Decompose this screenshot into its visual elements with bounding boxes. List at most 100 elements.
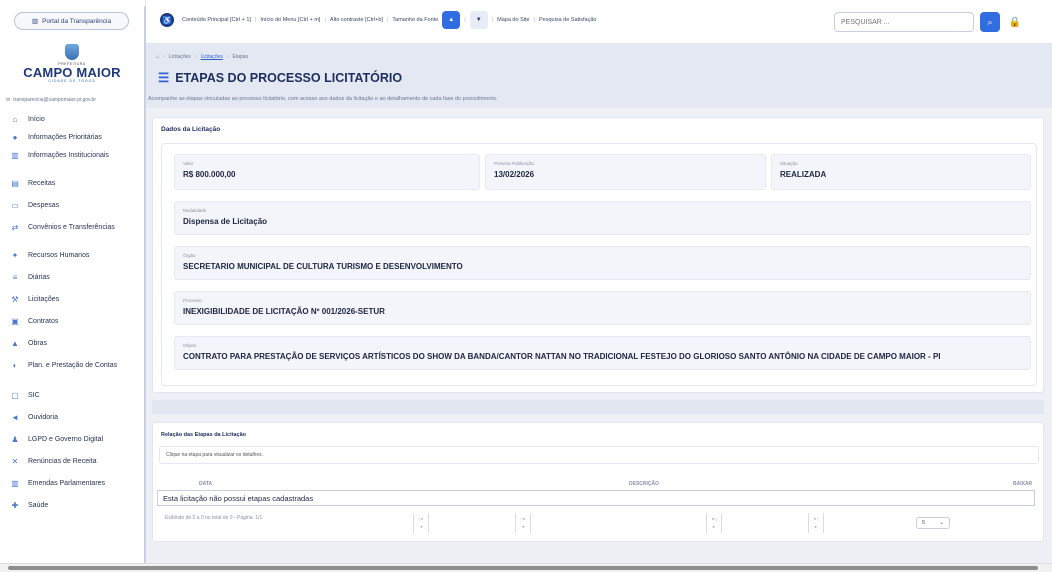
mail-icon: ✉ <box>6 97 11 103</box>
sidebar-item[interactable]: ▢ SIC <box>0 392 140 400</box>
last-page-button[interactable]: ►| ► <box>808 513 824 533</box>
sidebar-item-label: Licitações <box>28 296 60 303</box>
info-icon: ● <box>12 133 18 142</box>
survey-link[interactable]: Pesquisa de Satisfação <box>539 17 596 23</box>
sidebar-item-label: Ouvidoria <box>28 414 58 421</box>
sidebar-item[interactable]: ▭ Despesas <box>0 202 140 210</box>
sidebar-item-label: Convênios e Transferências <box>28 224 115 231</box>
contrast-link[interactable]: Alto contraste [Ctrl+b] <box>330 17 383 23</box>
construction-icon: ▲ <box>11 339 19 348</box>
crest-icon <box>65 44 79 60</box>
search-icon: ⌕ <box>987 16 993 27</box>
megaphone-icon: ◄ <box>11 413 19 422</box>
building-icon: ▥ <box>11 151 19 160</box>
sidebar-item[interactable]: ▣ Contratos <box>0 318 140 326</box>
valor-field: Valor R$ 800.000,00 <box>174 154 480 190</box>
search-button[interactable]: ⌕ <box>980 12 1000 32</box>
sidebar-item[interactable]: ✕ Renúncias de Receita <box>0 458 140 466</box>
sidebar-item[interactable]: ≡ Diárias <box>0 274 140 282</box>
font-decrease-button[interactable]: ▼ <box>469 11 488 29</box>
menu-start-link[interactable]: Início do Menu [Ctrl + m] <box>260 17 320 23</box>
sidebar-item-label: Receitas <box>28 180 56 187</box>
font-increase-button[interactable]: ▲ <box>442 11 461 29</box>
col-descricao[interactable]: DESCRIÇÃO <box>629 481 659 487</box>
col-baixar: BAIXAR <box>1013 481 1033 487</box>
list-icon: ☰ <box>158 71 170 85</box>
sidebar-item[interactable]: ⇄ Convênios e Transferências <box>0 224 140 232</box>
sitemap-link[interactable]: Mapa do Site <box>497 17 529 23</box>
prev-page-button[interactable]: |◄ ◄ <box>515 513 531 533</box>
main-content-link[interactable]: Conteúdo Principal [Ctrl + 1] <box>182 17 251 23</box>
publicacao-field: Primeira Publicação 13/02/2026 <box>485 154 766 190</box>
sidebar-item[interactable]: ✚ Saúde <box>0 502 140 510</box>
first-page-button[interactable]: |◄ ◄ <box>413 513 429 533</box>
table-header: DATA DESCRIÇÃO BAIXAR <box>159 478 1039 490</box>
people-icon: ✦ <box>11 251 19 260</box>
gavel-icon: ⚒ <box>11 295 19 304</box>
chevron-down-icon: ⌄ <box>939 520 944 526</box>
sidebar-item-label: Renúncias de Receita <box>28 458 97 465</box>
sidebar-item-label: Início <box>28 116 45 123</box>
sidebar-item[interactable]: ◐ Plan. e Prestação de Contas <box>0 362 140 370</box>
page-header: ⌂ › Licitações › Licitações › Etapas ☰ E… <box>146 44 1052 108</box>
chart-icon: ▤ <box>11 179 19 188</box>
section-title: Dados da Licitação <box>161 126 221 133</box>
sidebar-item[interactable]: ✦ Recursos Humanos <box>0 252 140 260</box>
home-icon[interactable]: ⌂ <box>156 54 159 60</box>
search-input[interactable] <box>834 12 974 32</box>
contact-email[interactable]: ✉ transparencia@campomaior.pi.gov.br <box>6 97 96 103</box>
sidebar-item[interactable]: ⚒ Licitações <box>0 296 140 304</box>
contract-icon: ▣ <box>11 317 19 326</box>
building-icon: ▥ <box>31 18 39 25</box>
licitacao-card: Dados da Licitação Valor R$ 800.000,00 P… <box>152 117 1044 393</box>
orgao-field: Órgão SECRETARIO MUNICIPAL DE CULTURA TU… <box>174 246 1031 280</box>
portal-button[interactable]: ▥ Portal da Transparência <box>14 12 129 30</box>
handshake-icon: ⇄ <box>11 223 19 232</box>
sidebar-item[interactable]: ⌂ Início <box>0 116 140 124</box>
accessibility-icon[interactable]: ♿ <box>160 13 174 27</box>
cancel-icon: ✕ <box>11 457 19 466</box>
sidebar-item[interactable]: ● Informações Prioritárias <box>0 134 140 142</box>
etapas-card: Relação das Etapas da Licitação Clique n… <box>152 422 1044 542</box>
sidebar-item-label: Informações Institucionais <box>28 152 109 159</box>
sidebar-item-label: Obras <box>28 340 48 347</box>
page-size-select[interactable]: 5 ⌄ <box>916 517 950 529</box>
font-size-label: Tamanho da Fonte <box>392 17 439 23</box>
sidebar-item-label: LGPD e Governo Digital <box>28 436 104 443</box>
sidebar-item-label: Informações Prioritárias <box>28 134 102 141</box>
sidebar-item[interactable]: ▤ Receitas <box>0 180 140 188</box>
sidebar-item-label: Saúde <box>28 502 49 509</box>
accessibility-bar: ♿ Conteúdo Principal [Ctrl + 1] | Início… <box>146 0 1052 44</box>
next-page-button[interactable]: ►| ► <box>706 513 722 533</box>
sic-icon: ▢ <box>11 391 19 400</box>
sidebar-item[interactable]: ▥ Emendas Parlamentares <box>0 480 140 488</box>
page-title: ☰ ETAPAS DO PROCESSO LICITATÓRIO <box>158 70 403 86</box>
institution-icon: ▥ <box>11 479 19 488</box>
sidebar: ▥ Portal da Transparência PREFEITURA CAM… <box>0 0 146 572</box>
scroll-thumb[interactable] <box>8 566 1038 570</box>
sidebar-item[interactable]: ♟ LGPD e Governo Digital <box>0 436 140 444</box>
plan-icon: ◐ <box>12 361 18 370</box>
sidebar-item[interactable]: ◄ Ouvidoria <box>0 414 140 422</box>
sidebar-item-label: Diárias <box>28 274 50 281</box>
breadcrumb-item[interactable]: Licitações <box>169 54 191 60</box>
breadcrumb: ⌂ › Licitações › Licitações › Etapas <box>156 54 249 60</box>
money-icon: ▭ <box>11 201 19 210</box>
email-text: transparencia@campomaior.pi.gov.br <box>13 97 97 103</box>
portal-label: Portal da Transparência <box>42 17 112 25</box>
city-logo[interactable]: PREFEITURA CAMPO MAIOR CIDADE DE TODOS <box>22 44 122 83</box>
empty-message: Esta licitação não possui etapas cadastr… <box>157 490 1035 506</box>
lock-icon[interactable]: 🔒 <box>1008 14 1022 30</box>
sidebar-item-label: Recursos Humanos <box>28 252 90 259</box>
sidebar-item[interactable]: ▥ Informações Institucionais <box>0 152 140 160</box>
sidebar-item-label: SIC <box>28 392 40 399</box>
breadcrumb-item[interactable]: Licitações <box>201 54 223 60</box>
etapas-hint: Clique na etapa para visualizar os detal… <box>159 446 1039 464</box>
pager-info: Exibindo de 0 a 0 no total de 0 - Página… <box>165 515 263 521</box>
horizontal-scrollbar[interactable] <box>0 563 1052 572</box>
user-shield-icon: ♟ <box>11 435 19 444</box>
health-icon: ✚ <box>11 501 19 510</box>
col-data[interactable]: DATA <box>199 481 212 487</box>
modalidade-field: Modalidade Dispensa de Licitação <box>174 201 1031 235</box>
sidebar-item[interactable]: ▲ Obras <box>0 340 140 348</box>
